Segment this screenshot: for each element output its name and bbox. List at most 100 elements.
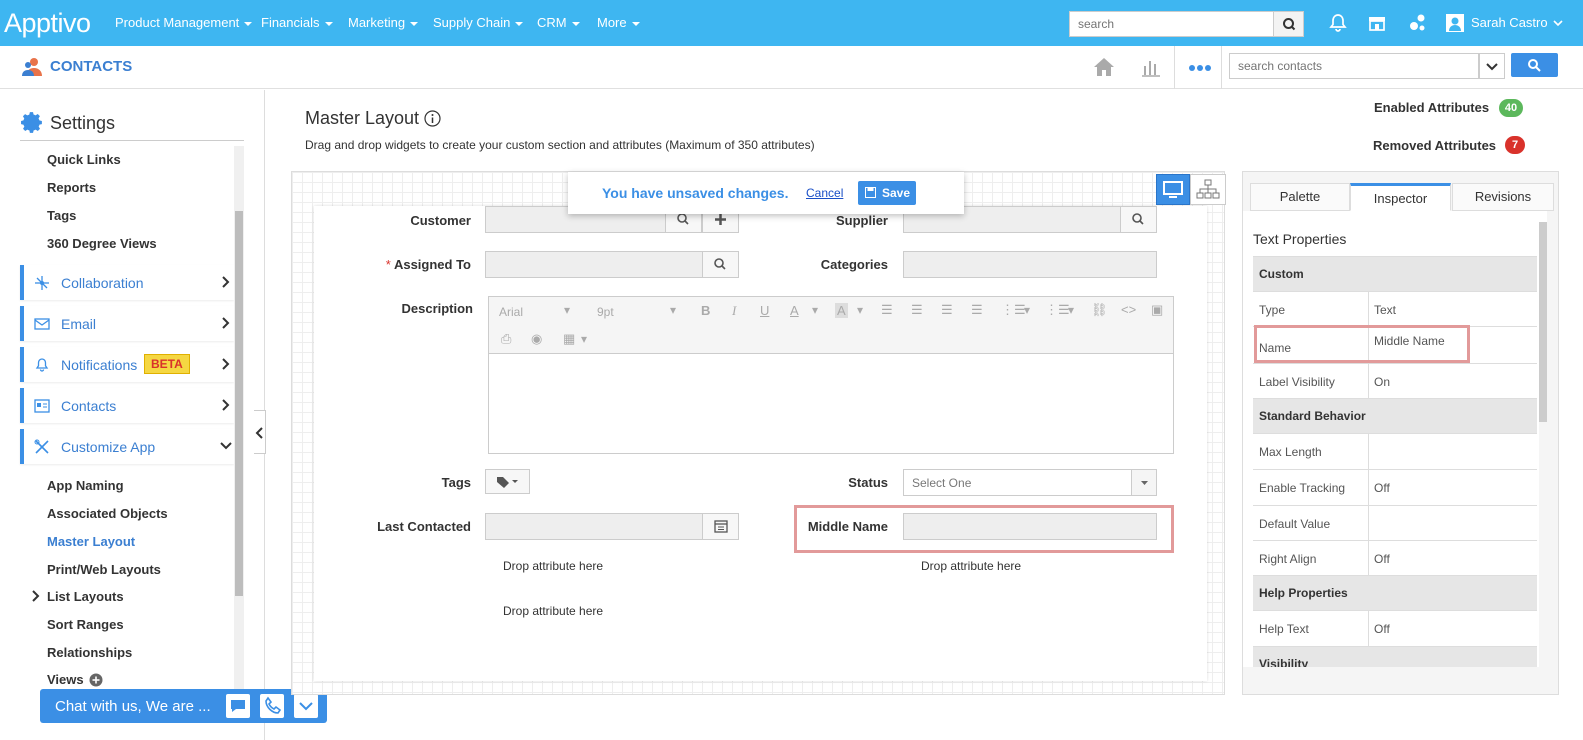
more-options-button[interactable] — [1174, 46, 1222, 89]
global-search-button[interactable] — [1273, 11, 1304, 37]
info-icon[interactable] — [424, 110, 441, 127]
image-icon[interactable]: ▣ — [1151, 302, 1163, 318]
link-icon[interactable]: ⛓ — [1091, 302, 1108, 318]
preview-eye-icon[interactable]: ◉ — [531, 331, 542, 347]
sidebar-group-customize-app[interactable]: Customize App — [20, 429, 234, 464]
drop-zone[interactable]: Drop attribute here — [503, 604, 603, 618]
tags-dropdown-button[interactable] — [485, 469, 530, 494]
cancel-link[interactable]: Cancel — [806, 186, 843, 200]
drop-zone[interactable]: Drop attribute here — [921, 559, 1021, 573]
chat-message-button[interactable] — [226, 694, 250, 718]
sidebar-item-views[interactable]: Views — [47, 672, 84, 687]
apps-icon[interactable] — [1406, 12, 1428, 34]
removed-attributes-label[interactable]: Removed Attributes — [1373, 138, 1496, 153]
print-icon[interactable]: ⎙ — [501, 331, 511, 347]
chat-call-button[interactable] — [260, 694, 284, 718]
collapse-sidebar-button[interactable] — [254, 410, 266, 454]
bullet-list-icon[interactable]: ⋮☰ — [1001, 302, 1026, 318]
numbered-list-icon[interactable]: ⋮☰ — [1045, 302, 1070, 318]
home-icon[interactable] — [1092, 56, 1116, 78]
tab-revisions[interactable]: Revisions — [1452, 183, 1554, 211]
categories-field[interactable] — [903, 251, 1157, 278]
save-button[interactable]: Save — [858, 181, 916, 205]
tab-palette[interactable]: Palette — [1250, 183, 1350, 211]
tab-inspector[interactable]: Inspector — [1350, 183, 1451, 211]
status-select[interactable]: Select One — [903, 469, 1157, 496]
last-contacted-field[interactable] — [485, 513, 703, 540]
user-name[interactable]: Sarah Castro — [1471, 15, 1548, 30]
align-left-icon[interactable]: ☰ — [881, 302, 893, 318]
drop-zone[interactable]: Drop attribute here — [503, 559, 603, 573]
global-search-input[interactable] — [1069, 11, 1274, 37]
bold-icon[interactable]: B — [701, 303, 710, 318]
property-row-help-text[interactable]: Help Text Off — [1253, 610, 1537, 646]
scrollbar-thumb[interactable] — [235, 211, 243, 596]
sidebar-item-quick-links[interactable]: Quick Links — [47, 152, 121, 167]
supplier-search-button[interactable] — [1120, 206, 1157, 233]
nav-crm[interactable]: CRM — [537, 15, 580, 30]
underline-icon[interactable]: U — [760, 303, 769, 318]
align-justify-icon[interactable]: ☰ — [971, 302, 983, 318]
reports-chart-icon[interactable] — [1140, 56, 1162, 78]
inspector-scrollbar[interactable] — [1539, 222, 1547, 667]
nav-supply-chain[interactable]: Supply Chain — [433, 15, 524, 30]
scrollbar-thumb[interactable] — [1539, 222, 1547, 422]
date-picker-button[interactable] — [702, 513, 739, 540]
sidebar-item-360-degree-views[interactable]: 360 Degree Views — [47, 236, 157, 251]
property-row-label-visibility[interactable]: Label Visibility On — [1253, 363, 1537, 399]
nav-financials[interactable]: Financials — [261, 15, 333, 30]
property-row-enable-tracking[interactable]: Enable Tracking Off — [1253, 469, 1537, 505]
sidebar-item-tags[interactable]: Tags — [47, 208, 76, 223]
sidebar-item-reports[interactable]: Reports — [47, 180, 96, 195]
nav-product-management[interactable]: Product Management — [115, 15, 253, 30]
sidebar-group-notifications[interactable]: Notifications BETA — [20, 347, 234, 382]
font-color-icon[interactable]: A — [790, 303, 799, 318]
assigned-to-field[interactable] — [485, 251, 703, 278]
store-icon[interactable] — [1366, 12, 1388, 34]
sidebar-group-collaboration[interactable]: Collaboration — [20, 265, 234, 300]
sidebar-item-sort-ranges[interactable]: Sort Ranges — [47, 617, 124, 632]
middle-name-field[interactable] — [903, 513, 1157, 540]
sidebar-item-associated-objects[interactable]: Associated Objects — [47, 506, 168, 521]
align-right-icon[interactable]: ☰ — [941, 302, 953, 318]
property-row-default-value[interactable]: Default Value — [1253, 505, 1537, 541]
chat-minimize-button[interactable] — [294, 694, 318, 718]
search-filter-dropdown[interactable] — [1479, 53, 1505, 79]
description-rich-text-editor[interactable]: Arial ▾ 9pt ▾ B I U A ▾ A ▾ ☰ ☰ ☰ ☰ ⋮☰ ▾… — [488, 296, 1174, 454]
font-size-select[interactable]: 9pt — [597, 305, 614, 319]
user-avatar-icon[interactable] — [1446, 14, 1464, 32]
tag-icon — [497, 477, 518, 488]
sidebar-item-relationships[interactable]: Relationships — [47, 645, 132, 660]
highlight-color-icon[interactable]: A — [835, 303, 848, 318]
sidebar-item-app-naming[interactable]: App Naming — [47, 478, 124, 493]
property-row-right-align[interactable]: Right Align Off — [1253, 540, 1537, 576]
chevron-down-icon[interactable] — [1553, 12, 1563, 34]
sidebar-scrollbar[interactable] — [234, 146, 244, 691]
property-row-type[interactable]: Type Text — [1253, 291, 1537, 327]
apptivo-logo[interactable]: Apptivo — [4, 8, 91, 39]
contacts-search-input[interactable] — [1229, 53, 1479, 79]
table-icon[interactable]: ▦ — [563, 331, 575, 347]
chat-widget[interactable]: Chat with us, We are ... — [40, 689, 327, 723]
nav-more[interactable]: More — [597, 15, 640, 30]
nav-marketing[interactable]: Marketing — [348, 15, 419, 30]
sidebar-group-email[interactable]: Email — [20, 306, 234, 341]
desktop-view-toggle[interactable] — [1156, 174, 1190, 205]
sidebar-group-contacts[interactable]: Contacts — [20, 388, 234, 423]
sidebar-item-master-layout[interactable]: Master Layout — [47, 534, 135, 549]
font-family-select[interactable]: Arial — [499, 305, 523, 319]
add-circle-icon[interactable] — [89, 673, 103, 687]
sitemap-view-toggle[interactable] — [1190, 174, 1226, 205]
chevron-right-icon[interactable] — [31, 590, 40, 602]
align-center-icon[interactable]: ☰ — [911, 302, 923, 318]
sidebar-item-list-layouts[interactable]: List Layouts — [47, 589, 124, 604]
property-row-max-length[interactable]: Max Length — [1253, 433, 1537, 469]
enabled-attributes-label[interactable]: Enabled Attributes — [1374, 100, 1489, 115]
source-code-icon[interactable]: <> — [1121, 302, 1136, 317]
italic-icon[interactable]: I — [732, 303, 736, 319]
module-title[interactable]: CONTACTS — [50, 58, 132, 75]
assigned-to-search-button[interactable] — [702, 251, 739, 278]
contacts-search-button[interactable] — [1511, 53, 1558, 77]
bell-icon[interactable] — [1327, 12, 1349, 34]
sidebar-item-print-web-layouts[interactable]: Print/Web Layouts — [47, 562, 161, 577]
